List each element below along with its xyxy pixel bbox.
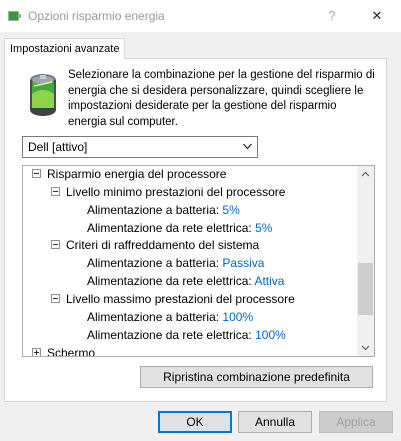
power-plan-select-value: Dell [attivo]	[28, 140, 88, 154]
setting-label: Alimentazione da rete elettrica:	[87, 221, 252, 235]
window-title: Opzioni risparmio energia	[28, 9, 165, 23]
setting-label: Alimentazione a batteria:	[87, 256, 220, 270]
tree-node-max-processor-state[interactable]: Livello massimo prestazioni del processo…	[51, 291, 295, 308]
collapse-icon[interactable]	[51, 187, 60, 197]
scroll-down-arrow-icon[interactable]	[357, 339, 374, 356]
scrollbar-thumb[interactable]	[358, 263, 373, 315]
tree-setting-min-ac[interactable]: Alimentazione da rete elettrica: 5%	[87, 220, 272, 237]
title-bar: Opzioni risparmio energia ? ✕	[0, 0, 401, 32]
setting-value[interactable]: 5%	[222, 203, 239, 217]
help-button[interactable]: ?	[320, 5, 344, 27]
vertical-scrollbar[interactable]	[357, 166, 374, 356]
expand-icon[interactable]	[32, 348, 41, 356]
tree-setting-min-battery[interactable]: Alimentazione a batteria: 5%	[87, 202, 240, 219]
setting-value[interactable]: 5%	[255, 221, 272, 235]
battery-icon	[30, 74, 56, 116]
tree-setting-max-battery[interactable]: Alimentazione a batteria: 100%	[87, 309, 253, 326]
tree-setting-max-ac[interactable]: Alimentazione da rete elettrica: 100%	[87, 327, 286, 344]
tree-setting-cooling-battery[interactable]: Alimentazione a batteria: Passiva	[87, 255, 264, 272]
setting-value[interactable]: Attiva	[254, 274, 284, 288]
restore-defaults-button[interactable]: Ripristina combinazione predefinita	[140, 366, 373, 388]
tree-node-display[interactable]: Schermo	[32, 345, 96, 357]
tree-node-label: Criteri di raffreddamento del sistema	[66, 238, 260, 252]
tree-node-cooling-policy[interactable]: Criteri di raffreddamento del sistema	[51, 237, 259, 254]
tree-setting-cooling-ac[interactable]: Alimentazione da rete elettrica: Attiva	[87, 273, 284, 290]
description-text: Selezionare la combinazione per la gesti…	[68, 69, 375, 128]
tab-advanced-settings[interactable]: Impostazioni avanzate	[4, 38, 126, 59]
setting-label: Alimentazione da rete elettrica:	[87, 328, 252, 342]
tree-node-label: Livello massimo prestazioni del processo…	[66, 292, 295, 306]
tree-node-processor-power[interactable]: Risparmio energia del processore	[32, 166, 226, 183]
tree-node-label: Schermo	[47, 346, 96, 357]
setting-value[interactable]: 100%	[222, 310, 253, 324]
ok-button[interactable]: OK	[158, 411, 232, 433]
chevron-down-icon	[243, 143, 252, 150]
tree-node-label: Livello minimo prestazioni del processor…	[66, 185, 286, 199]
settings-tree[interactable]: Risparmio energia del processore Livello…	[22, 165, 375, 357]
apply-button[interactable]: Applica	[319, 411, 393, 433]
tree-node-min-processor-state[interactable]: Livello minimo prestazioni del processor…	[51, 184, 285, 201]
tree-node-label: Risparmio energia del processore	[47, 167, 227, 181]
collapse-icon[interactable]	[51, 240, 60, 250]
setting-value[interactable]: 100%	[255, 328, 286, 342]
setting-label: Alimentazione a batteria:	[87, 310, 220, 324]
setting-value[interactable]: Passiva	[222, 256, 264, 270]
collapse-icon[interactable]	[51, 294, 60, 304]
cancel-button[interactable]: Annulla	[238, 411, 312, 433]
close-button[interactable]: ✕	[362, 5, 392, 27]
scroll-up-arrow-icon[interactable]	[357, 166, 374, 183]
collapse-icon[interactable]	[32, 169, 41, 179]
setting-label: Alimentazione da rete elettrica:	[87, 274, 252, 288]
power-plan-select[interactable]: Dell [attivo]	[22, 136, 258, 158]
power-options-icon	[8, 11, 21, 21]
setting-label: Alimentazione a batteria:	[87, 203, 220, 217]
